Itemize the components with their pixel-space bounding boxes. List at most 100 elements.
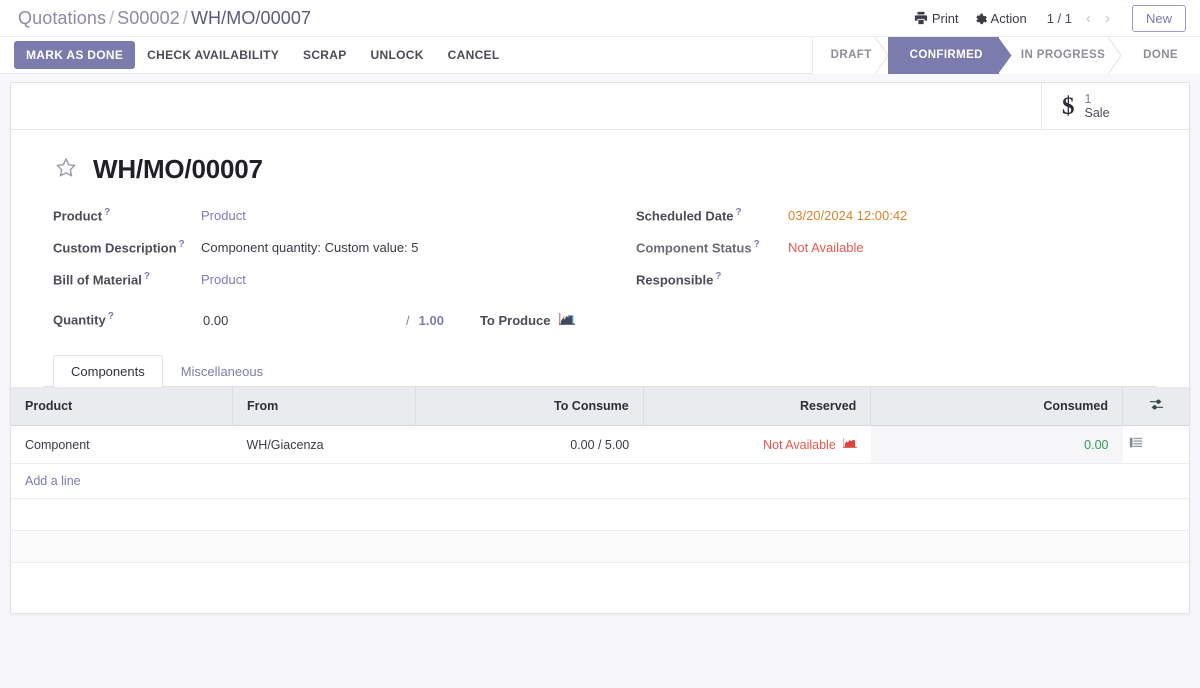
pager: 1 / 1 ‹ › <box>1047 8 1116 28</box>
tab-miscellaneous[interactable]: Miscellaneous <box>163 355 281 387</box>
form-sheet: $ 1 Sale WH/MO/00007 Product? Product Cu… <box>10 82 1190 614</box>
smart-button-sale[interactable]: $ 1 Sale <box>1041 83 1189 129</box>
to-produce-widget[interactable]: To Produce <box>480 312 576 329</box>
stage-arrow-icon <box>1108 36 1122 74</box>
tab-components[interactable]: Components <box>53 355 163 387</box>
control-panel: Quotations / S00002/WH/MO/00007 Print Acti… <box>0 0 1200 74</box>
forecast-chart-icon-red[interactable] <box>842 437 857 452</box>
sheet-body: WH/MO/00007 Product? Product Custom Desc… <box>11 130 1189 387</box>
column-header-to-consume[interactable]: To Consume <box>415 387 644 426</box>
scrap-button[interactable]: SCRAP <box>291 42 359 68</box>
help-icon[interactable]: ? <box>144 271 150 282</box>
stage-label: CONFIRMED <box>909 49 983 61</box>
pager-count: 1 / 1 <box>1046 10 1072 26</box>
field-value-component-status: Not Available <box>788 240 864 256</box>
mark-as-done-button[interactable]: MARK AS DONE <box>14 41 136 69</box>
column-header-from[interactable]: From <box>232 387 417 426</box>
help-icon[interactable]: ? <box>715 271 721 282</box>
chevron-right-icon[interactable]: › <box>1099 8 1116 28</box>
unlock-button[interactable]: UNLOCK <box>359 42 436 68</box>
column-header-product[interactable]: Product <box>11 387 233 426</box>
control-panel-top: Quotations / S00002/WH/MO/00007 Print Acti… <box>0 0 1200 36</box>
field-scheduled-date: Scheduled Date? 03/20/2024 12:00:42 <box>636 207 1157 239</box>
add-a-line-button[interactable]: Add a line <box>25 474 81 488</box>
field-quantity: Quantity? 0.00 / 1.00 To Produce <box>53 303 636 337</box>
breadcrumb-item-current: WH/MO/00007 <box>190 7 312 28</box>
action-button[interactable]: Action <box>973 11 1027 26</box>
cell-product[interactable]: Component <box>11 425 233 464</box>
notebook: Components Miscellaneous <box>43 355 1157 387</box>
button-box: $ 1 Sale <box>11 83 1189 130</box>
field-value-custom-description[interactable]: Component quantity: Custom value: 5 <box>201 240 419 255</box>
field-responsible: Responsible? <box>636 271 1157 303</box>
table-row[interactable]: Component WH/Giacenza 0.00 / 5.00 Not Av… <box>11 425 1189 464</box>
help-icon[interactable]: ? <box>179 239 185 250</box>
to-produce-label: To Produce <box>479 312 551 328</box>
quantity-separator: / <box>406 312 410 328</box>
optional-columns-toggle[interactable] <box>1122 387 1189 426</box>
field-label-bill-of-material: Bill of Material? <box>53 271 150 288</box>
field-label-component-status: Component Status? <box>636 239 760 256</box>
gear-icon <box>973 11 987 25</box>
control-panel-actions: Print Action 1 / 1 ‹ › New <box>914 4 1186 32</box>
cell-consumed[interactable]: 0.00 <box>870 425 1123 464</box>
printer-icon <box>914 11 928 25</box>
action-buttons: MARK AS DONE CHECK AVAILABILITY SCRAP UN… <box>14 41 511 69</box>
quantity-widget: 0.00 / 1.00 To Produce <box>201 303 576 337</box>
breadcrumb: Quotations / S00002/WH/MO/00007 <box>18 8 311 29</box>
filler-row <box>11 498 1189 531</box>
filler-row <box>11 530 1189 563</box>
field-value-scheduled-date[interactable]: 03/20/2024 12:00:42 <box>788 208 907 223</box>
add-line-cell: Add a line <box>11 463 1189 499</box>
table-header-row: Product From To Consume Reserved Consume… <box>11 387 1189 426</box>
help-icon[interactable]: ? <box>104 207 110 218</box>
star-icon[interactable] <box>53 155 79 184</box>
field-value-product[interactable]: Product <box>201 208 246 223</box>
field-label-product: Product? <box>53 207 111 224</box>
cell-from[interactable]: WH/Giacenza <box>232 425 416 464</box>
cell-to-consume[interactable]: 0.00 / 5.00 <box>415 425 644 464</box>
cell-reserved[interactable]: Not Available <box>643 425 871 464</box>
field-label-responsible: Responsible? <box>636 271 722 288</box>
stage-confirmed[interactable]: CONFIRMED <box>887 36 1012 74</box>
stage-in-progress[interactable]: IN PROGRESS <box>998 36 1122 74</box>
notebook-tabs: Components Miscellaneous <box>43 355 1157 387</box>
stage-done[interactable]: DONE <box>1121 36 1200 74</box>
breadcrumb-separator: / <box>182 7 188 28</box>
breadcrumb-separator: / <box>109 7 115 28</box>
print-label: Print <box>931 10 959 26</box>
field-component-status: Component Status? Not Available <box>636 239 1157 271</box>
column-header-consumed[interactable]: Consumed <box>870 387 1123 426</box>
cell-row-widget[interactable] <box>1122 425 1189 464</box>
form-group-right: Scheduled Date? 03/20/2024 12:00:42 Comp… <box>636 207 1157 337</box>
cell-reserved-text: Not Available <box>763 437 836 452</box>
chevron-left-icon[interactable]: ‹ <box>1080 8 1097 28</box>
breadcrumb-item-quotations[interactable]: Quotations <box>18 8 106 28</box>
field-bill-of-material: Bill of Material? Product <box>53 271 636 303</box>
help-icon[interactable]: ? <box>754 239 760 250</box>
stage-label: DONE <box>1143 49 1178 61</box>
field-custom-description: Custom Description? Component quantity: … <box>53 239 636 271</box>
form-group-left: Product? Product Custom Description? Com… <box>53 207 636 337</box>
forecast-chart-icon[interactable] <box>559 312 576 329</box>
quantity-total: 1.00 <box>418 312 444 328</box>
action-label: Action <box>990 10 1027 26</box>
check-availability-button[interactable]: CHECK AVAILABILITY <box>135 42 291 68</box>
field-label-custom-description: Custom Description? <box>53 239 185 256</box>
stage-draft[interactable]: DRAFT <box>812 36 889 74</box>
new-button[interactable]: New <box>1131 4 1186 32</box>
field-value-bill-of-material[interactable]: Product <box>201 272 246 287</box>
cancel-button[interactable]: CANCEL <box>436 42 512 68</box>
column-header-reserved[interactable]: Reserved <box>643 387 872 426</box>
sheet-container: $ 1 Sale WH/MO/00007 Product? Product Cu… <box>0 74 1200 614</box>
detailed-operations-icon[interactable] <box>1129 437 1143 453</box>
breadcrumb-item-s00002[interactable]: S00002 <box>117 8 180 28</box>
stage-arrow-icon <box>874 36 889 74</box>
print-button[interactable]: Print <box>914 11 959 26</box>
field-label-quantity: Quantity? <box>53 311 114 328</box>
quantity-input[interactable]: 0.00 <box>201 313 406 328</box>
page-title: WH/MO/00007 <box>93 154 263 184</box>
components-list: Product From To Consume Reserved Consume… <box>11 387 1189 613</box>
help-icon[interactable]: ? <box>108 311 114 322</box>
help-icon[interactable]: ? <box>736 207 742 218</box>
